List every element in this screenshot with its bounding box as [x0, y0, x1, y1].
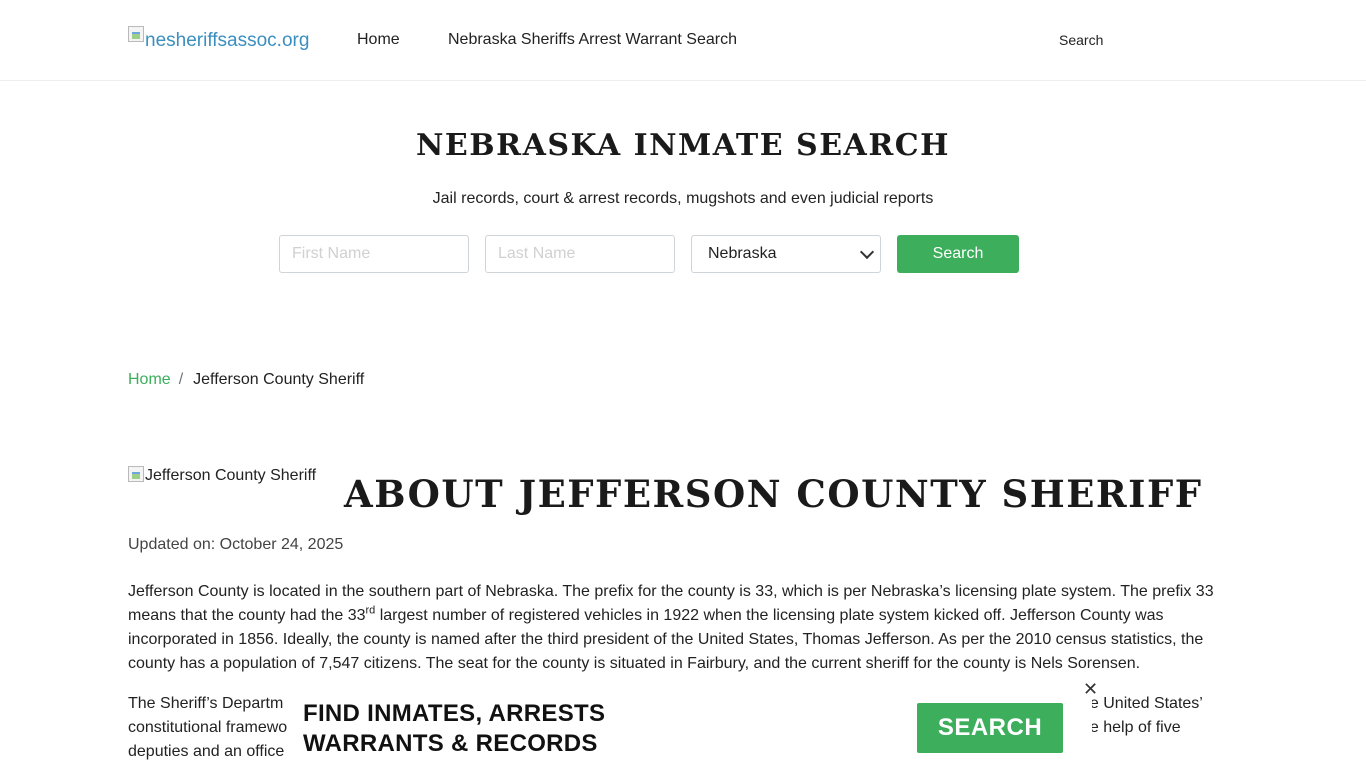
p2-line3-start: deputies and an office	[128, 743, 285, 760]
first-name-input[interactable]	[279, 235, 469, 273]
ordinal-suffix: rd	[365, 604, 376, 617]
state-select[interactable]: Nebraska	[691, 235, 881, 273]
state-select-value: Nebraska	[708, 245, 777, 262]
sheriff-image-alt: Jefferson County Sheriff	[145, 467, 317, 484]
page-title: ABOUT JEFFERSON COUNTY SHERIFF	[344, 472, 1203, 516]
about-paragraph-1: Jefferson County is located in the south…	[128, 580, 1238, 676]
p2-line2-end: he help of five	[1081, 719, 1181, 736]
chevron-down-icon	[859, 244, 875, 260]
banner-line-2: WARRANTS & RECORDS	[303, 730, 598, 757]
last-name-input[interactable]	[485, 235, 675, 273]
p2-line2-start: constitutional framewo	[128, 719, 288, 736]
logo-alt-text: nesheriffsassoc.org	[145, 30, 310, 51]
p2-line1-start: The Sheriff’s Departm	[128, 695, 284, 712]
banner-line-1: FIND INMATES, ARRESTS	[303, 700, 606, 727]
breadcrumb-home-link[interactable]: Home	[128, 371, 171, 388]
hero-subtitle: Jail records, court & arrest records, mu…	[432, 190, 934, 207]
nav-home-link[interactable]: Home	[357, 30, 400, 50]
banner-headline: FIND INMATES, ARRESTS WARRANTS & RECORDS	[303, 699, 605, 759]
search-button[interactable]: Search	[897, 235, 1019, 273]
p2-line1-end: he United States’	[1081, 695, 1203, 712]
site-header: nesheriffsassoc.org Home Nebraska Sherif…	[0, 0, 1366, 81]
broken-image-icon	[128, 466, 144, 482]
nav-warrant-search-link[interactable]: Nebraska Sheriffs Arrest Warrant Search	[448, 30, 737, 50]
floating-search-banner: FIND INMATES, ARRESTS WARRANTS & RECORDS…	[287, 680, 1098, 768]
breadcrumb-separator: /	[178, 371, 184, 388]
header-search-link[interactable]: Search	[1059, 32, 1103, 48]
hero-title: NEBRASKA INMATE SEARCH	[416, 128, 950, 163]
breadcrumb-current: Jefferson County Sheriff	[193, 371, 365, 388]
site-logo[interactable]: nesheriffsassoc.org	[128, 26, 309, 55]
broken-image-icon	[128, 26, 144, 42]
breadcrumb: Home / Jefferson County Sheriff	[128, 370, 364, 390]
banner-search-button[interactable]: SEARCH	[917, 703, 1063, 753]
sheriff-image: Jefferson County Sheriff	[128, 466, 316, 486]
updated-date: Updated on: October 24, 2025	[128, 536, 344, 553]
close-icon[interactable]: ✕	[1083, 680, 1098, 698]
